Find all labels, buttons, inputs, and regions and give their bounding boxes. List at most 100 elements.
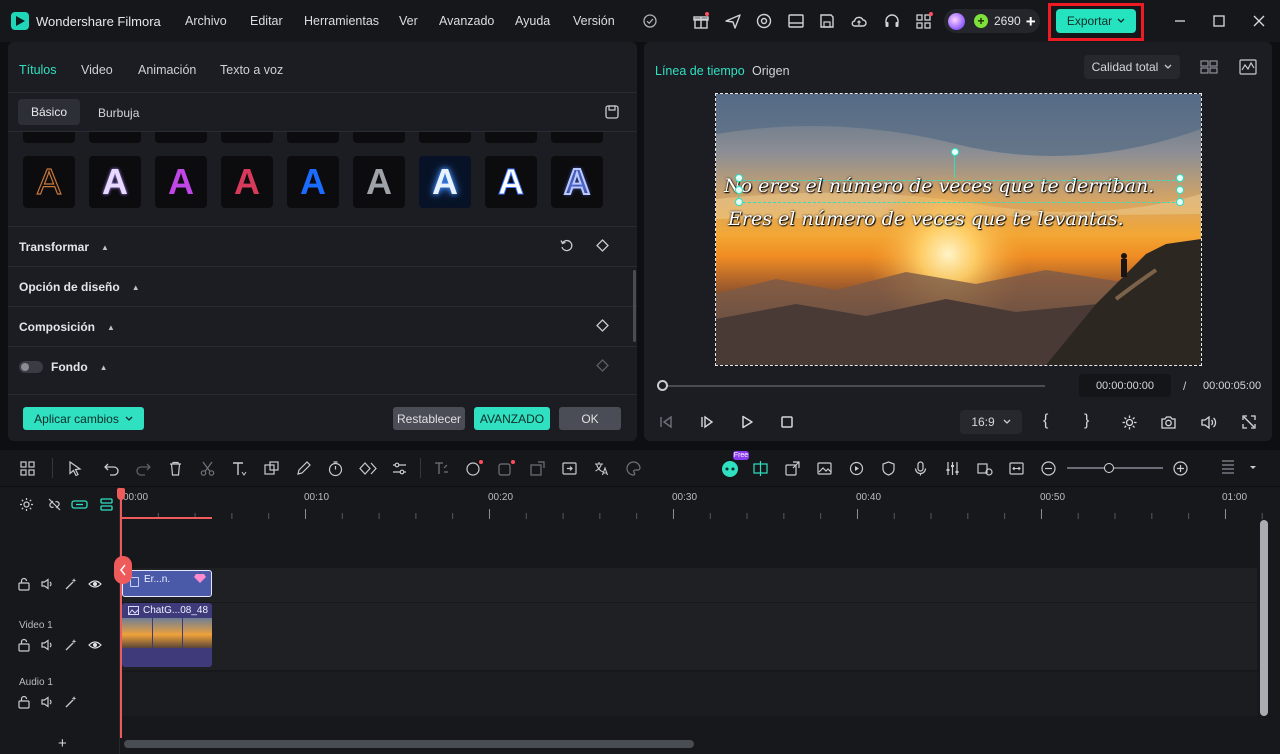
redo-icon[interactable]: [135, 460, 152, 477]
magic-wand-icon[interactable]: [64, 638, 78, 652]
add-track-button[interactable]: +: [58, 735, 67, 752]
ok-button[interactable]: OK: [559, 407, 621, 430]
unlink-icon[interactable]: [47, 497, 62, 512]
speaker-icon[interactable]: [40, 577, 54, 591]
headset-icon[interactable]: [883, 12, 901, 30]
background-toggle[interactable]: [19, 361, 43, 373]
save-preset-icon[interactable]: [604, 104, 620, 120]
progress-handle[interactable]: [657, 380, 668, 391]
eye-icon[interactable]: [88, 577, 102, 591]
section-background[interactable]: Fondo ▲: [51, 360, 108, 374]
subtab-basic[interactable]: Básico: [18, 99, 80, 125]
preset-outline-orange[interactable]: A: [23, 156, 75, 208]
preset-tile[interactable]: [353, 132, 405, 143]
preset-white-outline[interactable]: A: [485, 156, 537, 208]
keyframe-diamond-icon[interactable]: [595, 358, 610, 373]
tab-video[interactable]: Video: [81, 63, 113, 77]
panel-scrollbar[interactable]: [633, 270, 636, 342]
preset-tile[interactable]: [221, 132, 273, 143]
resize-handle[interactable]: [1176, 186, 1184, 194]
stop-icon[interactable]: [779, 414, 795, 430]
keyframe-diamond-icon[interactable]: [595, 318, 610, 333]
timeline-vertical-scrollbar[interactable]: [1260, 520, 1268, 716]
split-screen-icon[interactable]: [752, 460, 769, 477]
title-clip[interactable]: Er...n.: [122, 570, 212, 597]
ai-edit-icon[interactable]: [529, 460, 546, 477]
preset-gradient-purple[interactable]: A: [155, 156, 207, 208]
layout-grid-icon[interactable]: [19, 460, 36, 477]
maximize-icon[interactable]: [1211, 13, 1227, 29]
preset-tile[interactable]: [551, 132, 603, 143]
reset-icon[interactable]: [559, 238, 574, 253]
delete-icon[interactable]: [167, 460, 184, 477]
credits-badge[interactable]: + 2690 +: [944, 9, 1040, 33]
aspect-ratio-dropdown[interactable]: 16:9: [960, 410, 1022, 434]
keyframe-tool-icon[interactable]: [359, 460, 377, 477]
palette-icon[interactable]: [625, 460, 642, 477]
gift-icon[interactable]: [692, 12, 710, 30]
prev-frame-icon[interactable]: [658, 414, 674, 430]
microphone-icon[interactable]: [912, 460, 929, 477]
timeline-settings-icon[interactable]: [19, 497, 34, 512]
menu-herramientas[interactable]: Herramientas: [304, 14, 379, 28]
audio-mixer-icon[interactable]: [944, 460, 961, 477]
preset-tile[interactable]: [419, 132, 471, 143]
lock-icon[interactable]: [17, 577, 31, 591]
timeline-horizontal-scrollbar[interactable]: [124, 740, 694, 748]
menu-archivo[interactable]: Archivo: [185, 14, 227, 28]
ai-mask-icon[interactable]: [497, 460, 515, 477]
magnetic-track-icon[interactable]: [99, 497, 114, 512]
menu-ayuda[interactable]: Ayuda: [515, 14, 550, 28]
snapshot-icon[interactable]: [1160, 414, 1177, 431]
check-circle-icon[interactable]: [642, 13, 660, 31]
preset-blue[interactable]: A: [287, 156, 339, 208]
tab-source-preview[interactable]: Origen: [752, 64, 790, 78]
preset-neon-outline[interactable]: A: [551, 156, 603, 208]
zoom-out-icon[interactable]: [1040, 460, 1057, 477]
auto-sync-icon[interactable]: [976, 460, 993, 477]
section-composition[interactable]: Composición ▲: [19, 320, 115, 334]
tab-titles[interactable]: Títulos: [19, 63, 57, 77]
current-time[interactable]: 00:00:00:00: [1079, 374, 1171, 397]
undo-icon[interactable]: [103, 460, 120, 477]
preset-gradient-red[interactable]: A: [221, 156, 273, 208]
section-design-option[interactable]: Opción de diseño ▲: [19, 280, 140, 294]
zoom-slider[interactable]: [1067, 467, 1163, 469]
fit-timeline-icon[interactable]: [1008, 460, 1025, 477]
image-edit-icon[interactable]: [816, 460, 833, 477]
resize-handle[interactable]: [735, 198, 743, 206]
save-icon[interactable]: [818, 12, 836, 30]
menu-ver[interactable]: Ver: [399, 14, 418, 28]
send-icon[interactable]: [724, 12, 742, 30]
subtab-bubble[interactable]: Burbuja: [98, 106, 139, 120]
reset-button[interactable]: Restablecer: [393, 407, 465, 430]
timeline-options-icon[interactable]: [1221, 458, 1235, 478]
play-icon[interactable]: [739, 414, 755, 430]
playhead[interactable]: [120, 488, 122, 738]
apply-changes-button[interactable]: Aplicar cambios: [23, 407, 144, 430]
tab-animation[interactable]: Animación: [138, 63, 196, 77]
playhead-handle[interactable]: [117, 488, 125, 500]
ai-text-icon[interactable]: [433, 460, 450, 477]
resize-handle[interactable]: [735, 186, 743, 194]
add-credits-icon[interactable]: +: [1026, 13, 1036, 30]
resize-handle[interactable]: [735, 174, 743, 182]
magic-wand-icon[interactable]: [64, 695, 78, 709]
ai-assistant-icon[interactable]: [720, 458, 740, 478]
ai-effect-icon[interactable]: [465, 460, 483, 477]
rotate-handle[interactable]: [951, 148, 959, 156]
link-clips-icon[interactable]: [71, 497, 88, 512]
speed-timer-icon[interactable]: [327, 460, 344, 477]
zoom-in-icon[interactable]: [1172, 460, 1189, 477]
section-transform[interactable]: Transformar ▲: [19, 240, 109, 254]
scissors-icon[interactable]: [199, 460, 216, 477]
video-preview[interactable]: No eres el número de veces que te derrib…: [716, 94, 1201, 365]
shield-icon[interactable]: [880, 460, 897, 477]
preset-silver[interactable]: A: [353, 156, 405, 208]
video-clip[interactable]: ChatG...08_48: [122, 603, 212, 667]
magic-wand-icon[interactable]: [64, 577, 78, 591]
volume-icon[interactable]: [1200, 414, 1217, 431]
waveform-icon[interactable]: [1239, 59, 1257, 75]
playback-progress[interactable]: [662, 385, 1045, 387]
speaker-icon[interactable]: [40, 695, 54, 709]
